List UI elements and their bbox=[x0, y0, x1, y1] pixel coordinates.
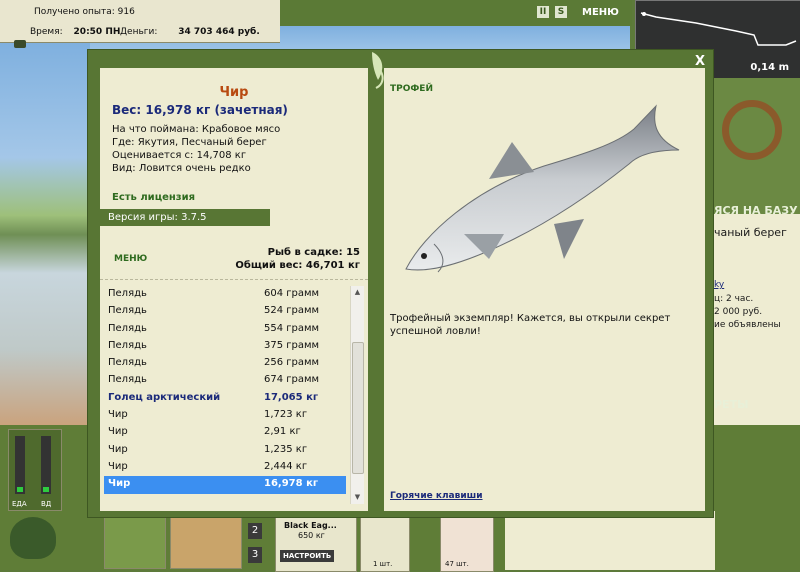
fish-row-name: Пелядь bbox=[108, 357, 147, 369]
ship-wheel-icon bbox=[722, 100, 782, 160]
fish-weight: Вес: 16,978 кг (зачетная) bbox=[112, 103, 288, 117]
fish-row-weight: 524 грамм bbox=[264, 305, 320, 317]
dialog-menu-button[interactable]: МЕНЮ bbox=[114, 254, 147, 264]
fish-row-name: Пелядь bbox=[108, 322, 147, 334]
catch-location: Где: Якутия, Песчаный берег bbox=[112, 137, 267, 148]
table-row[interactable]: Пелядь 604 грамм bbox=[104, 286, 346, 303]
fish-row-weight: 554 грамм bbox=[264, 322, 320, 334]
time-readout: Время: 20:50 ПН bbox=[30, 27, 121, 37]
fish-row-weight: 2,444 кг bbox=[264, 460, 308, 472]
fish-row-name: Голец арктический bbox=[108, 391, 221, 403]
water-gauge bbox=[41, 436, 51, 494]
fish-row-weight: 256 грамм bbox=[264, 357, 320, 369]
slot-2-button[interactable]: 2 bbox=[248, 523, 262, 539]
location-link[interactable]: ky bbox=[714, 280, 724, 290]
lake-scene-left bbox=[0, 42, 90, 427]
secrets-button[interactable]: РЕТЫ bbox=[714, 398, 748, 411]
table-row[interactable]: Чир 16,978 кг bbox=[104, 476, 346, 494]
catch-dialog: X Чир Вес: 16,978 кг (зачетная) На что п… bbox=[87, 49, 714, 518]
water-gauge-label: ВД bbox=[41, 500, 52, 508]
gauges-panel: ЕДА ВД bbox=[8, 429, 62, 511]
cage-count: Рыб в садке: 15 bbox=[267, 247, 360, 258]
close-button[interactable]: X bbox=[695, 54, 705, 69]
trophy-pane: ТРОФЕЙ Трофейный экземпляр! Кажется, вы … bbox=[384, 68, 705, 511]
top-menu-bar: II S МЕНЮ bbox=[280, 0, 632, 26]
hotkeys-link[interactable]: Горячие клавиши bbox=[390, 491, 483, 501]
table-row[interactable]: Пелядь 674 грамм bbox=[104, 372, 346, 389]
scroll-up-icon[interactable]: ▲ bbox=[351, 286, 364, 299]
scroll-down-icon[interactable]: ▼ bbox=[351, 491, 364, 504]
table-row[interactable]: Пелядь 256 грамм bbox=[104, 355, 346, 372]
rod-setup-panel: Black Eag... 650 кг НАСТРОИТЬ bbox=[275, 517, 357, 572]
slot-3-button[interactable]: 3 bbox=[248, 547, 262, 563]
bottom-right-info bbox=[505, 511, 715, 570]
food-gauge-label: ЕДА bbox=[12, 500, 27, 508]
depth-value: 0,14 m bbox=[750, 62, 789, 73]
sound-button[interactable]: S bbox=[555, 6, 567, 18]
fish-row-name: Пелядь bbox=[108, 339, 147, 351]
table-row[interactable]: Голец арктический 17,065 кг bbox=[104, 390, 346, 407]
hook-count: 1 шт. bbox=[373, 560, 393, 568]
status-panel: Получено опыта: 916 Время: 20:50 ПН День… bbox=[0, 0, 280, 48]
caught-on: На что поймана: Крабовое мясо bbox=[112, 124, 281, 135]
line-name: Black Eag... bbox=[284, 521, 337, 530]
fish-row-weight: 1,723 кг bbox=[264, 409, 308, 421]
main-menu-button[interactable]: МЕНЮ bbox=[582, 7, 619, 18]
trophy-description: Трофейный экземпляр! Кажется, вы открыли… bbox=[390, 313, 671, 337]
cage-weight: Общий вес: 46,701 кг bbox=[235, 260, 360, 271]
hook-slot[interactable]: 1 шт. bbox=[360, 517, 410, 572]
divider bbox=[100, 279, 368, 280]
table-row[interactable]: Чир 2,444 кг bbox=[104, 459, 346, 476]
vegetable-basket-icon[interactable] bbox=[104, 517, 166, 569]
experience-readout: Получено опыта: 916 bbox=[34, 7, 135, 17]
fish-row-name: Пелядь bbox=[108, 288, 147, 299]
scroll-thumb[interactable] bbox=[352, 342, 364, 474]
bucket-icon[interactable] bbox=[170, 517, 242, 569]
fish-row-weight: 17,065 кг bbox=[264, 391, 319, 403]
money-readout: Деньги: 34 703 464 руб. bbox=[120, 27, 260, 37]
table-row[interactable]: Пелядь 375 грамм bbox=[104, 338, 346, 355]
status-small-icon bbox=[14, 40, 26, 48]
fish-row-name: Чир bbox=[108, 478, 131, 490]
info-line-3: ие объявлены bbox=[714, 320, 781, 330]
fish-row-weight: 604 грамм bbox=[264, 288, 320, 299]
table-row[interactable]: Пелядь 554 грамм bbox=[104, 321, 346, 338]
fish-row-weight: 375 грамм bbox=[264, 339, 320, 351]
fish-row-name: Чир bbox=[108, 409, 128, 421]
info-line-1: ц: 2 час. bbox=[714, 294, 754, 304]
fish-row-name: Чир bbox=[108, 426, 128, 438]
fish-row-name: Чир bbox=[108, 443, 128, 455]
fish-row-weight: 16,978 кг bbox=[264, 478, 319, 490]
pot-icon[interactable] bbox=[10, 517, 56, 559]
cage-summary: Рыб в садке: 15 Общий вес: 46,701 кг bbox=[235, 246, 360, 272]
catch-info-pane: Чир Вес: 16,978 кг (зачетная) На что пой… bbox=[100, 68, 368, 511]
table-row[interactable]: Пелядь 524 грамм bbox=[104, 303, 346, 320]
fish-row-name: Чир bbox=[108, 460, 128, 472]
fish-value: Оценивается с: 14,708 кг bbox=[112, 150, 247, 161]
line-strength: 650 кг bbox=[298, 531, 325, 540]
fish-row-weight: 1,235 кг bbox=[264, 443, 308, 455]
fish-list-scrollbar[interactable]: ▲ ▼ bbox=[350, 286, 364, 504]
pause-button[interactable]: II bbox=[537, 6, 549, 18]
info-line-2: 2 000 руб. bbox=[714, 307, 763, 317]
shrimp-bait-slot[interactable]: 47 шт. bbox=[440, 517, 494, 572]
fish-list: Пелядь 604 грамм Пелядь 524 грамм Пелядь 554 … bbox=[104, 286, 346, 494]
fish-rarity: Вид: Ловится очень редко bbox=[112, 163, 251, 174]
fish-row-weight: 674 грамм bbox=[264, 374, 320, 386]
fish-picture bbox=[405, 104, 680, 273]
bait-count: 47 шт. bbox=[445, 560, 469, 568]
setup-button[interactable]: НАСТРОИТЬ bbox=[280, 550, 335, 562]
license-status: Есть лицензия bbox=[112, 192, 196, 203]
food-gauge bbox=[15, 436, 25, 494]
fish-row-name: Пелядь bbox=[108, 374, 147, 386]
location-info-box: чаный берег ky ц: 2 час. 2 000 руб. ие о… bbox=[712, 214, 800, 454]
table-row[interactable]: Чир 2,91 кг bbox=[104, 424, 346, 441]
fish-name: Чир bbox=[219, 85, 249, 100]
location-name: чаный берег bbox=[714, 226, 787, 239]
table-row[interactable]: Чир 1,235 кг bbox=[104, 442, 346, 459]
game-version: Версия игры: 3.7.5 bbox=[100, 209, 270, 226]
fish-row-name: Пелядь bbox=[108, 305, 147, 317]
table-row[interactable]: Чир 1,723 кг bbox=[104, 407, 346, 424]
fish-row-weight: 2,91 кг bbox=[264, 426, 301, 438]
